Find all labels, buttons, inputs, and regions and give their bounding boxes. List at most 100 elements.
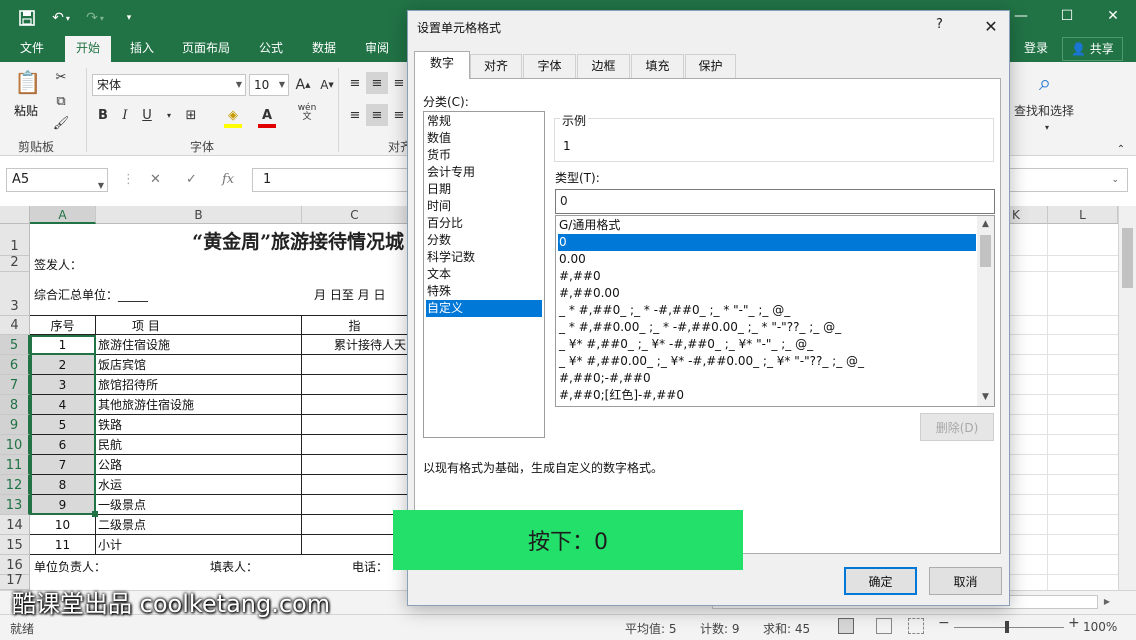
cell-value-6[interactable] (302, 435, 408, 455)
phonetic-icon[interactable]: wén 文 (296, 102, 318, 124)
zoom-slider[interactable] (954, 627, 1064, 628)
row-header-16[interactable]: 16 (0, 555, 30, 575)
format-painter-icon[interactable]: 🖌 (50, 112, 72, 134)
cell-seq-2[interactable]: 2 (30, 355, 96, 375)
customize-qat-icon[interactable]: ▾ (114, 6, 144, 30)
scroll-up-icon[interactable]: ▲ (977, 216, 994, 233)
underline-button[interactable]: U (136, 104, 158, 126)
category-percentage[interactable]: 百分比 (426, 215, 542, 232)
type-input[interactable]: 0 (555, 189, 995, 214)
format-item[interactable]: G/通用格式 (558, 217, 976, 234)
tab-font[interactable]: 字体 (523, 54, 576, 78)
help-button[interactable]: ? (936, 17, 943, 32)
cell-item-1[interactable]: 旅游住宿设施 (96, 335, 302, 355)
normal-view-icon[interactable] (838, 618, 854, 634)
row-header-10[interactable]: 10 (0, 435, 30, 455)
row-header-11[interactable]: 11 (0, 455, 30, 475)
tab-protection[interactable]: 保护 (685, 54, 736, 78)
format-item[interactable]: #,##0;[红色]-#,##0 (558, 387, 976, 404)
tab-review[interactable]: 审阅 (354, 36, 400, 62)
scrollbar-thumb[interactable] (1122, 228, 1133, 288)
font-size-select[interactable]: 10 ▼ (249, 74, 289, 96)
row-header-14[interactable]: 14 (0, 515, 30, 535)
fill-color-icon[interactable]: ◈ (222, 104, 244, 126)
cell-item-3[interactable]: 旅馆招待所 (96, 375, 302, 395)
tab-home[interactable]: 开始 (65, 36, 112, 62)
format-item[interactable]: #,##0 (558, 268, 976, 285)
cell-seq-4[interactable]: 4 (30, 395, 96, 415)
column-header-k[interactable]: K (1010, 206, 1048, 224)
row-header-1[interactable]: 1 (0, 224, 30, 256)
select-all-corner[interactable] (0, 206, 30, 224)
cell-value-3[interactable] (302, 375, 408, 395)
zoom-level[interactable]: 100% (1083, 620, 1117, 634)
zoom-out-icon[interactable]: − (938, 615, 950, 631)
tab-alignment[interactable]: 对齐 (470, 54, 522, 78)
cell-item-2[interactable]: 饭店宾馆 (96, 355, 302, 375)
login-link[interactable]: 登录 (1024, 36, 1048, 62)
cancel-button[interactable]: 取消 (929, 567, 1002, 595)
format-item[interactable]: _ * #,##0.00_ ;_ * -#,##0.00_ ;_ * "-"??… (558, 319, 976, 336)
cut-icon[interactable]: ✂ (50, 66, 72, 88)
row-header-8[interactable]: 8 (0, 395, 30, 415)
border-icon[interactable]: ⊞ (180, 104, 202, 126)
format-item[interactable]: #,##0.00 (558, 285, 976, 302)
cell-value-2[interactable] (302, 355, 408, 375)
grow-font-icon[interactable]: A ▲ (292, 74, 314, 96)
zoom-in-icon[interactable]: + (1068, 615, 1080, 631)
tab-data[interactable]: 数据 (301, 36, 347, 62)
paste-icon[interactable]: 📋 (14, 68, 42, 98)
row-header-2[interactable]: 2 (0, 255, 30, 272)
category-custom[interactable]: 自定义 (426, 300, 542, 317)
confirm-entry-icon[interactable]: ✓ (186, 168, 197, 192)
scroll-right-icon[interactable]: ▶ (1100, 595, 1114, 609)
cell-seq-3[interactable]: 3 (30, 375, 96, 395)
cell-item-4[interactable]: 其他旅游住宿设施 (96, 395, 302, 415)
column-header-a[interactable]: A (30, 206, 96, 224)
category-accounting[interactable]: 会计专用 (426, 164, 542, 181)
category-text[interactable]: 文本 (426, 266, 542, 283)
tab-formulas[interactable]: 公式 (248, 36, 294, 62)
column-header-c[interactable]: C (302, 206, 408, 224)
align-middle-icon[interactable]: ≡ (366, 72, 388, 94)
zoom-slider-thumb[interactable] (1005, 621, 1009, 633)
close-window-icon[interactable]: ✕ (1090, 0, 1136, 32)
category-currency[interactable]: 货币 (426, 147, 542, 164)
column-header-l[interactable]: L (1048, 206, 1118, 224)
cell-item-9[interactable]: 一级景点 (96, 495, 302, 515)
format-item[interactable]: #,##0;-#,##0 (558, 370, 976, 387)
cell-item-11[interactable]: 小计 (96, 535, 302, 555)
align-left-icon[interactable]: ≡ (344, 104, 366, 126)
cell-seq-8[interactable]: 8 (30, 475, 96, 495)
cancel-entry-icon[interactable]: ✕ (150, 168, 161, 192)
page-layout-view-icon[interactable] (876, 618, 892, 634)
tab-fill[interactable]: 填充 (631, 54, 684, 78)
cell-value-8[interactable] (302, 475, 408, 495)
bold-button[interactable]: B (92, 104, 114, 126)
ok-button[interactable]: 确定 (844, 567, 917, 595)
undo-icon[interactable]: ↶ ▾ (46, 6, 76, 30)
redo-icon[interactable]: ↷ ▾ (80, 6, 110, 30)
cell-cumulative[interactable]: 累计接待人天 (302, 335, 408, 355)
name-box[interactable]: A5 ▼ (6, 168, 108, 192)
cell-value-7[interactable] (302, 455, 408, 475)
cell-seq-9[interactable]: 9 (30, 495, 96, 515)
column-header-b[interactable]: B (96, 206, 302, 224)
row-header-5[interactable]: 5 (0, 335, 30, 355)
page-break-view-icon[interactable] (908, 618, 924, 634)
fill-handle[interactable] (92, 511, 98, 517)
scroll-down-icon[interactable]: ▼ (977, 389, 994, 406)
tab-border[interactable]: 边框 (577, 54, 630, 78)
cell-item-6[interactable]: 民航 (96, 435, 302, 455)
category-list[interactable]: 常规 数值 货币 会计专用 日期 时间 百分比 分数 科学记数 文本 特殊 自定… (423, 111, 545, 438)
row-header-12[interactable]: 12 (0, 475, 30, 495)
align-top-icon[interactable]: ≡ (344, 72, 366, 94)
cell-seq-1[interactable]: 1 (30, 335, 96, 355)
format-list-scrollbar[interactable]: ▲ ▼ (977, 216, 994, 406)
cell-seq-6[interactable]: 6 (30, 435, 96, 455)
category-scientific[interactable]: 科学记数 (426, 249, 542, 266)
align-center-icon[interactable]: ≡ (366, 104, 388, 126)
shrink-font-icon[interactable]: A ▼ (316, 74, 338, 96)
cell-item-5[interactable]: 铁路 (96, 415, 302, 435)
row-header-3[interactable]: 3 (0, 272, 30, 316)
